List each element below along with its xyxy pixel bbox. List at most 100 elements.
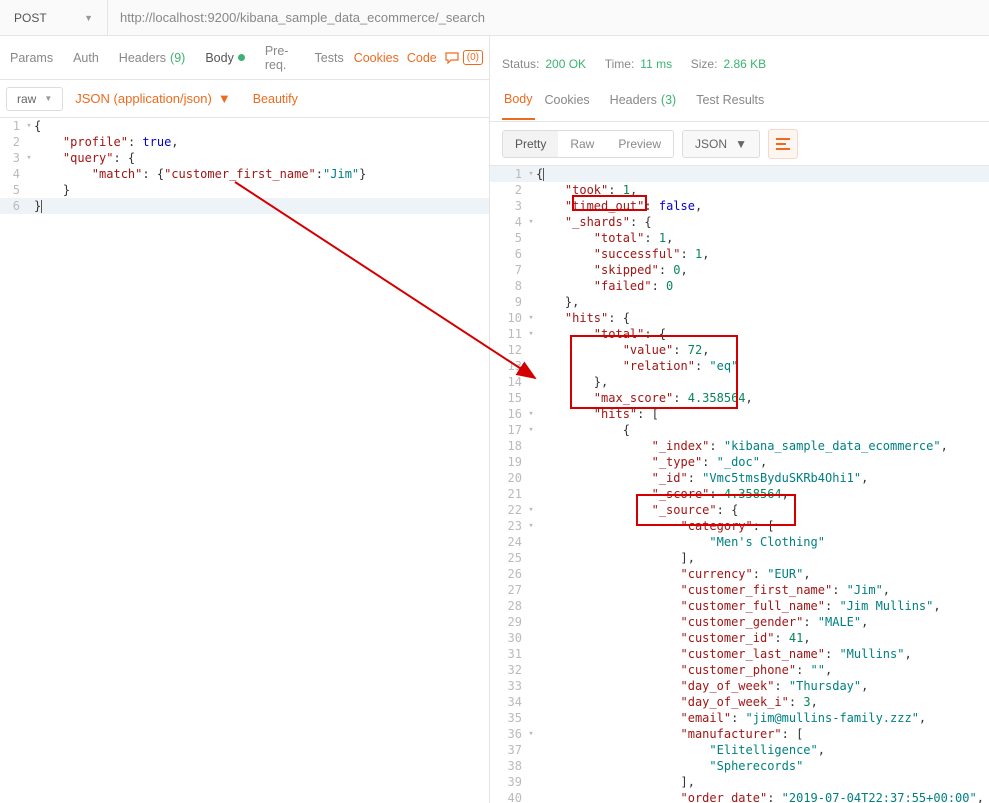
gutter: 37 [490,742,526,758]
code-line[interactable]: 32 "customer_phone": "", [490,662,989,678]
code-line[interactable]: 6 "successful": 1, [490,246,989,262]
code-line[interactable]: 24 "Men's Clothing" [490,534,989,550]
code-line[interactable]: 11▾ "total": { [490,326,989,342]
code-line[interactable]: 22▾ "_source": { [490,502,989,518]
fold-icon[interactable]: ▾ [24,118,34,134]
code-content: "Elitelligence", [536,742,825,758]
code-line[interactable]: 19 "_type": "_doc", [490,454,989,470]
code-line[interactable]: 36▾ "manufacturer": [ [490,726,989,742]
code-line[interactable]: 13 "relation": "eq" [490,358,989,374]
request-editor[interactable]: 1▾{2 "profile": true,3▾ "query": {4 "mat… [0,118,489,803]
code-line[interactable]: 10▾ "hits": { [490,310,989,326]
code-line[interactable]: 40 "order_date": "2019-07-04T22:37:55+00… [490,790,989,803]
fold-icon[interactable]: ▾ [526,406,536,422]
code-line[interactable]: 6} [0,198,489,214]
fold-icon[interactable]: ▾ [526,166,536,182]
preview-button[interactable]: Preview [606,131,673,157]
code-line[interactable]: 17▾ { [490,422,989,438]
code-line[interactable]: 18 "_index": "kibana_sample_data_ecommer… [490,438,989,454]
code-line[interactable]: 2 "took": 1, [490,182,989,198]
tab-body[interactable]: Body [195,51,255,65]
wrap-lines-button[interactable] [768,129,798,159]
gutter: 19 [490,454,526,470]
resp-tab-tests[interactable]: Test Results [686,93,774,107]
tab-auth[interactable]: Auth [63,51,109,65]
fold-icon[interactable]: ▾ [526,422,536,438]
code-line[interactable]: 39 ], [490,774,989,790]
code-line[interactable]: 34 "day_of_week_i": 3, [490,694,989,710]
code-line[interactable]: 1▾{ [0,118,489,134]
fold-icon[interactable]: ▾ [526,310,536,326]
code-line[interactable]: 4 "match": {"customer_first_name":"Jim"} [0,166,489,182]
code-content: { [536,166,544,182]
code-line[interactable]: 7 "skipped": 0, [490,262,989,278]
code-content: "total": { [536,326,666,342]
code-line[interactable]: 5 "total": 1, [490,230,989,246]
gutter: 10 [490,310,526,326]
fold-icon[interactable]: ▾ [526,502,536,518]
gutter: 16 [490,406,526,422]
gutter: 6 [0,198,24,214]
response-editor[interactable]: 1▾{2 "took": 1,3 "timed_out": false,4▾ "… [490,166,989,803]
resp-tab-body[interactable]: Body [502,80,535,120]
code-line[interactable]: 33 "day_of_week": "Thursday", [490,678,989,694]
code-line[interactable]: 29 "customer_gender": "MALE", [490,614,989,630]
tab-headers[interactable]: Headers (9) [109,51,196,65]
fold-icon[interactable]: ▾ [24,150,34,166]
code-line[interactable]: 38 "Spherecords" [490,758,989,774]
language-dropdown[interactable]: JSON (application/json) ▼ [69,91,236,106]
code-line[interactable]: 21 "_score": 4.358564, [490,486,989,502]
gutter: 34 [490,694,526,710]
code-line[interactable]: 35 "email": "jim@mullins-family.zzz", [490,710,989,726]
gutter: 3 [490,198,526,214]
url-input[interactable]: http://localhost:9200/kibana_sample_data… [108,10,989,25]
fold-icon [526,454,536,470]
fold-icon[interactable]: ▾ [526,326,536,342]
comments-link[interactable]: (0) [445,50,483,65]
code-line[interactable]: 14 }, [490,374,989,390]
beautify-link[interactable]: Beautify [253,92,298,106]
pretty-button[interactable]: Pretty [503,131,558,157]
fold-icon[interactable]: ▾ [526,214,536,230]
status-label: Status: [502,57,539,71]
code-link[interactable]: Code [407,51,437,65]
code-line[interactable]: 23▾ "category": [ [490,518,989,534]
code-line[interactable]: 30 "customer_id": 41, [490,630,989,646]
code-line[interactable]: 2 "profile": true, [0,134,489,150]
code-line[interactable]: 15 "max_score": 4.358564, [490,390,989,406]
tab-params[interactable]: Params [0,51,63,65]
tab-tests[interactable]: Tests [305,51,354,65]
code-line[interactable]: 28 "customer_full_name": "Jim Mullins", [490,598,989,614]
code-line[interactable]: 3 "timed_out": false, [490,198,989,214]
resp-tab-headers[interactable]: Headers (3) [600,93,687,107]
method-dropdown[interactable]: POST ▼ [0,0,108,36]
tab-prereq[interactable]: Pre-req. [255,44,305,72]
code-line[interactable]: 16▾ "hits": [ [490,406,989,422]
code-line[interactable]: 26 "currency": "EUR", [490,566,989,582]
code-line[interactable]: 4▾ "_shards": { [490,214,989,230]
code-line[interactable]: 25 ], [490,550,989,566]
code-line[interactable]: 3▾ "query": { [0,150,489,166]
fold-icon[interactable]: ▾ [526,726,536,742]
cookies-link[interactable]: Cookies [354,51,399,65]
fold-icon[interactable]: ▾ [526,518,536,534]
code-line[interactable]: 1▾{ [490,166,989,182]
resp-tab-cookies[interactable]: Cookies [535,93,600,107]
code-content: "_shards": { [536,214,652,230]
raw-button[interactable]: Raw [558,131,606,157]
code-line[interactable]: 9 }, [490,294,989,310]
code-line[interactable]: 20 "_id": "Vmc5tmsByduSKRb4Ohi1", [490,470,989,486]
format-dropdown[interactable]: JSON ▼ [682,130,760,158]
fold-icon [526,758,536,774]
code-content: } [34,198,42,214]
gutter: 33 [490,678,526,694]
fold-icon [526,278,536,294]
code-line[interactable]: 5 } [0,182,489,198]
body-type-dropdown[interactable]: raw ▼ [6,87,63,111]
code-line[interactable]: 12 "value": 72, [490,342,989,358]
code-line[interactable]: 31 "customer_last_name": "Mullins", [490,646,989,662]
code-line[interactable]: 37 "Elitelligence", [490,742,989,758]
code-content: "total": 1, [536,230,673,246]
code-line[interactable]: 8 "failed": 0 [490,278,989,294]
code-line[interactable]: 27 "customer_first_name": "Jim", [490,582,989,598]
